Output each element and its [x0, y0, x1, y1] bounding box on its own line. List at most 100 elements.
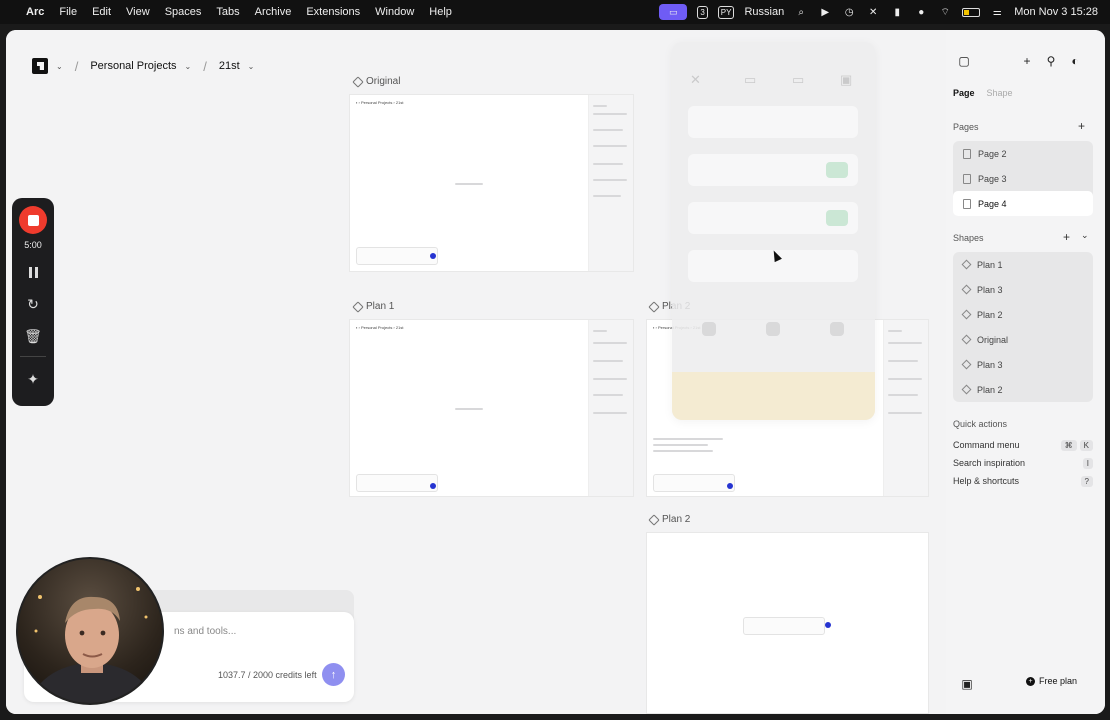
component-icon [352, 75, 364, 88]
app-k-icon[interactable]: ✕ [866, 5, 880, 19]
play-icon[interactable]: ▶ [818, 5, 832, 19]
list-item[interactable]: Page 2 [953, 141, 1093, 166]
chevron-down-icon[interactable]: ⌄ [56, 62, 63, 71]
mini-send-dot [430, 483, 436, 489]
free-plan-button[interactable]: + Free plan [1026, 676, 1077, 686]
menu-bar: Arc File Edit View Spaces Tabs Archive E… [0, 0, 1110, 24]
search-icon[interactable]: ⌕ [794, 5, 808, 19]
list-item[interactable]: Original [953, 327, 1093, 352]
language-label[interactable]: Russian [744, 6, 784, 18]
frame-plan1[interactable]: ▪ › Personal Projects › 21st [349, 319, 634, 497]
wifi-icon[interactable]: ⌔ [938, 5, 952, 19]
mini-text-line [653, 444, 708, 446]
chat-input[interactable]: ns and tools... [174, 626, 236, 637]
bookmark-icon[interactable]: ▮ [890, 5, 904, 19]
battery-icon[interactable] [962, 7, 981, 17]
list-item[interactable]: Plan 2 [953, 377, 1093, 402]
theme-icon[interactable]: ◐ [1068, 54, 1082, 68]
sidebar-tabs: Page Shape [953, 88, 1013, 98]
mini-sidebar [883, 320, 928, 496]
frame-label-plan1[interactable]: Plan 1 [352, 300, 394, 313]
page-icon [963, 148, 971, 159]
quick-action-command-menu[interactable]: Command menu ⌘ K [953, 440, 1093, 451]
color-wheel-icon[interactable]: ● [914, 5, 928, 19]
screen-icon: ▭ [744, 72, 757, 87]
add-page-icon[interactable]: + [1078, 119, 1085, 133]
webcam-person-icon [30, 587, 154, 703]
tab-page[interactable]: Page [953, 88, 975, 98]
send-button[interactable]: ↑ [322, 663, 345, 686]
ghost-row [688, 154, 858, 186]
breadcrumb-page[interactable]: 21st [219, 60, 240, 72]
toolbar-divider [20, 356, 46, 357]
add-shape-icon[interactable]: + [1063, 230, 1070, 244]
mini-chat-input [653, 474, 735, 492]
breadcrumb-project[interactable]: Personal Projects [90, 60, 176, 72]
recording-toolbar: 5:00 ↻ 🗑 ✦ [12, 198, 54, 406]
menu-extensions[interactable]: Extensions [306, 6, 360, 18]
menu-spaces[interactable]: Spaces [165, 6, 202, 18]
sidebar-toggle-icon[interactable]: ▢ [957, 54, 971, 68]
menu-window[interactable]: Window [375, 6, 414, 18]
plus-icon: + [1026, 676, 1035, 686]
pause-icon[interactable] [28, 262, 38, 282]
right-sidebar: ▢ + ⚲ ◐ Page Shape Pages + Page 2 Page 3… [946, 30, 1105, 714]
archive-icon[interactable]: ▣ [960, 677, 974, 691]
stop-recording-button[interactable] [19, 206, 47, 234]
component-icon [961, 359, 972, 370]
menu-view[interactable]: View [126, 6, 150, 18]
quick-action-help-shortcuts[interactable]: Help & shortcuts ? [953, 476, 1093, 487]
menu-tabs[interactable]: Tabs [216, 6, 239, 18]
ghost-icon [766, 322, 780, 336]
list-item[interactable]: Plan 3 [953, 277, 1093, 302]
confetti-icon[interactable]: ✦ [27, 369, 39, 389]
frame-label-original[interactable]: Original [352, 75, 400, 88]
component-icon [961, 384, 972, 395]
screen-record-icon[interactable]: ▭ [659, 4, 688, 20]
breadcrumb-separator: / [203, 58, 207, 74]
list-item[interactable]: Page 4 [953, 191, 1093, 216]
menubar-clock[interactable]: Mon Nov 3 15:28 [1014, 6, 1098, 18]
webcam-bubble[interactable] [16, 557, 164, 705]
shapes-list: Plan 1 Plan 3 Plan 2 Original Plan 3 Pla… [953, 252, 1093, 402]
control-center-icon[interactable]: ⚌ [990, 5, 1004, 19]
frame-plan2-second[interactable] [646, 532, 929, 714]
menu-app[interactable]: Arc [26, 6, 44, 18]
list-item[interactable]: Page 3 [953, 166, 1093, 191]
list-item[interactable]: Plan 3 [953, 352, 1093, 377]
list-item[interactable]: Plan 1 [953, 252, 1093, 277]
chevron-down-icon[interactable]: ⌄ [248, 62, 255, 71]
mini-text-line [653, 438, 723, 440]
add-icon[interactable]: + [1020, 54, 1034, 68]
pin-icon[interactable]: ⚲ [1044, 54, 1058, 68]
ghost-row [688, 202, 858, 234]
quick-actions-title: Quick actions [953, 419, 1008, 429]
chevron-down-icon[interactable]: ⌄ [1081, 230, 1089, 241]
component-icon [648, 513, 660, 526]
restart-icon[interactable]: ↻ [27, 294, 39, 314]
clock-icon[interactable]: ◷ [842, 5, 856, 19]
menu-edit[interactable]: Edit [92, 6, 111, 18]
chevron-down-icon[interactable]: ⌄ [185, 62, 192, 71]
mini-send-dot [430, 253, 436, 259]
breadcrumb: ⌄ / Personal Projects ⌄ / 21st ⌄ [32, 58, 254, 74]
menu-archive[interactable]: Archive [255, 6, 292, 18]
app-window: ⌄ / Personal Projects ⌄ / 21st ⌄ Origina… [6, 30, 1105, 714]
menu-help[interactable]: Help [429, 6, 452, 18]
page-icon [963, 198, 971, 209]
design-canvas[interactable]: ⌄ / Personal Projects ⌄ / 21st ⌄ Origina… [6, 30, 946, 714]
notification-badge[interactable]: 3 [697, 5, 708, 19]
list-item[interactable]: Plan 2 [953, 302, 1093, 327]
mini-chat-input [356, 474, 438, 492]
page-icon [963, 173, 971, 184]
ghost-row [688, 106, 858, 138]
frame-label-plan2-second[interactable]: Plan 2 [648, 513, 690, 526]
quick-action-search-inspiration[interactable]: Search inspiration I [953, 458, 1093, 469]
frame-original[interactable]: ▪ › Personal Projects › 21st [349, 94, 634, 272]
menu-file[interactable]: File [59, 6, 77, 18]
mini-chat-input [743, 617, 825, 635]
tab-shape[interactable]: Shape [987, 88, 1013, 98]
logo-icon[interactable] [32, 58, 48, 74]
input-source-badge[interactable]: PY [717, 5, 735, 19]
trash-icon[interactable]: 🗑 [24, 326, 42, 346]
